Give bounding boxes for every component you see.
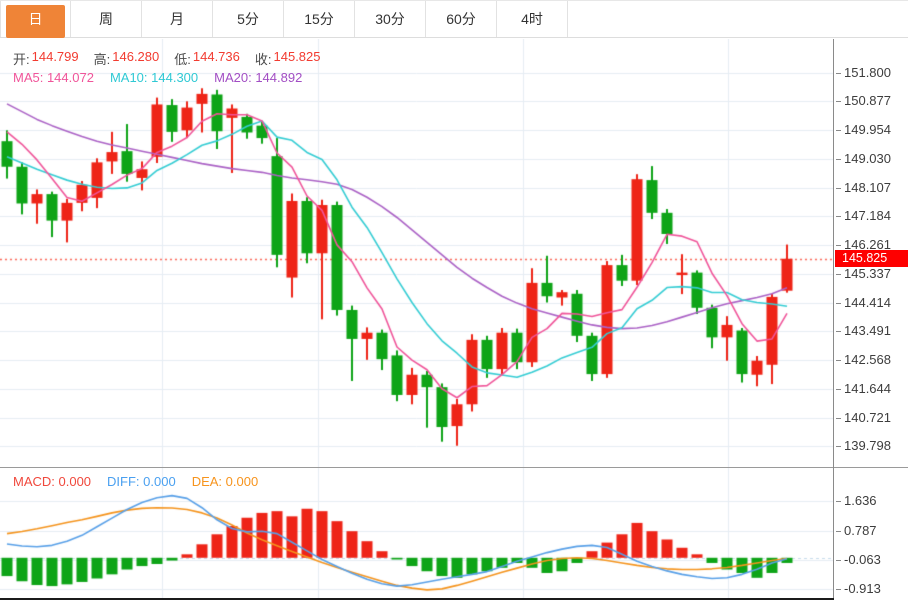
macd-axis-label: -0.913 [836,581,906,597]
macd-section: MACD: 0.000 DIFF: 0.000 DEA: 0.000 1.636 0.… [0,468,908,598]
legend-value: 146.280 [112,49,160,64]
ma-item: MA10: 144.300 [110,70,198,87]
legend-label: MA10: [109,70,148,85]
tab-timeframe-2[interactable]: 周 [71,1,142,37]
tab-label: 月 [170,11,184,27]
legend-label: 开: [13,52,30,67]
legend-value: 0.000 [139,474,176,489]
ohlc-item: 收: 145.825 [254,49,321,67]
tab-label: 30分 [375,11,405,27]
ohlc-item: 开: 144.799 [13,49,79,67]
price-axis-label: 147.184 [836,208,906,224]
legend-value: 144.072 [43,70,94,85]
price-axis-label: 144.414 [836,295,906,311]
price-axis-label: 149.030 [836,151,906,167]
last-price-badge: 145.825 [835,250,908,268]
legend-value: 144.892 [251,70,303,85]
legend-value: 144.300 [147,70,199,85]
macd-item: MACD: 0.000 [13,474,91,491]
price-axis-label: 140.721 [836,410,906,426]
ma-item: MA5: 144.072 [13,70,94,87]
macd-axis-label: 1.636 [836,493,906,509]
ohlc-item: 高: 146.280 [93,49,160,67]
price-axis-label: 145.337 [836,266,906,282]
ohlc-info-bar: 开: 144.799 高: 146.280 低: 144.736 收: 145.825 [13,49,321,67]
tab-label: 60分 [446,11,476,27]
tab-timeframe-7[interactable]: 60分 [426,1,497,37]
tab-label: 日 [28,11,43,27]
legend-label: MA5: [13,70,44,85]
price-axis-label: 148.107 [836,180,906,196]
legend-label: MA20: [214,70,252,85]
stock-chart-app: 日 周 月 5分 15分 30分 60分 4时 开: 144.799 高: 146.280 低: … [0,0,908,604]
legend-label: 高: [93,52,111,67]
axis-border-line [833,39,834,598]
price-axis-label: 141.644 [836,381,906,397]
ohlc-item: 低: 144.736 [174,49,240,67]
price-axis-label: 142.568 [836,352,906,368]
legend-label: 收: [254,52,272,67]
legend-label: MACD: [13,474,55,489]
legend-value: 144.799 [31,49,79,64]
bottom-border-line [0,598,834,600]
main-chart-section: 开: 144.799 高: 146.280 低: 144.736 收: 145.825… [0,39,908,467]
tab-timeframe-8[interactable]: 4时 [497,1,568,37]
tab-label: 4时 [521,11,543,27]
ma-item: MA20: 144.892 [214,70,302,87]
tab-label: 15分 [304,11,334,27]
macd-legend-bar: MACD: 0.000 DIFF: 0.000 DEA: 0.000 [13,474,258,491]
tab-label: 周 [99,11,113,27]
legend-value: 144.736 [192,49,240,64]
tab-timeframe-5[interactable]: 15分 [284,1,355,37]
tab-timeframe-4[interactable]: 5分 [213,1,284,37]
legend-label: DEA: [191,474,223,489]
tab-label: 5分 [237,11,259,27]
candlestick-chart-canvas[interactable] [0,39,833,467]
price-axis-label: 150.877 [836,93,906,109]
tab-timeframe-3[interactable]: 月 [142,1,213,37]
price-axis-label: 149.954 [836,122,906,138]
price-axis-label: 139.798 [836,438,906,454]
macd-item: DIFF: 0.000 [107,474,176,491]
legend-value: 145.825 [273,49,321,64]
legend-value: 0.000 [222,474,259,489]
legend-label: DIFF: [107,474,140,489]
ma-legend-bar: MA5: 144.072 MA10: 144.300 MA20: 144.892 [13,70,302,87]
timeframe-tabbar: 日 周 月 5分 15分 30分 60分 4时 [0,1,908,38]
legend-value: 0.000 [54,474,92,489]
macd-item: DEA: 0.000 [192,474,259,491]
macd-axis-label: 0.787 [836,523,906,539]
legend-label: 低: [174,52,191,67]
tab-timeframe-1[interactable]: 日 [0,1,71,38]
macd-axis-label: -0.063 [836,552,906,568]
price-axis-label: 151.800 [836,65,906,81]
tab-timeframe-6[interactable]: 30分 [355,1,426,37]
price-axis-label: 143.491 [836,323,906,339]
